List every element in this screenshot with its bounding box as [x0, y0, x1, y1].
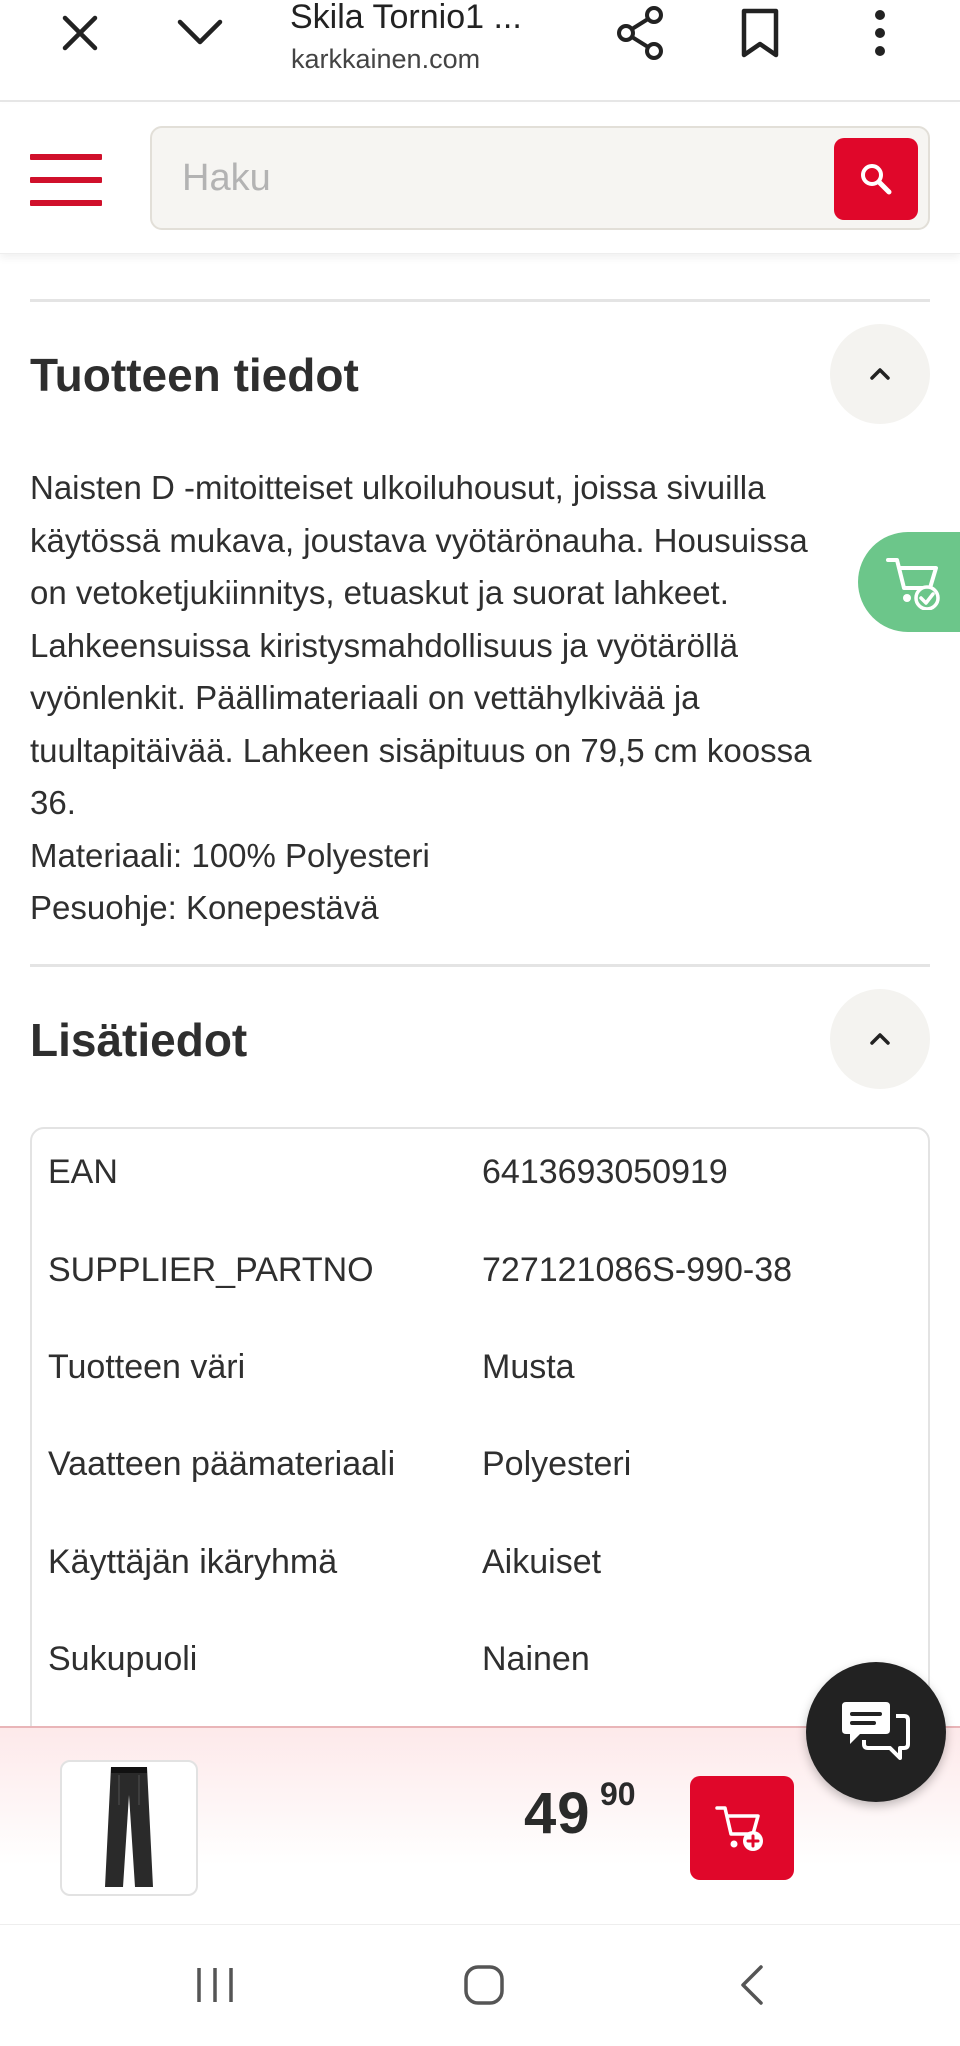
chat-icon — [842, 1702, 910, 1760]
search-box — [150, 126, 930, 230]
attribute-value: 727121086S-990-38 — [482, 1251, 793, 1289]
close-icon — [62, 15, 98, 51]
add-to-cart-button[interactable] — [690, 1776, 794, 1880]
additional-info-table: EAN 6413693050919 SUPPLIER_PARTNO 727121… — [30, 1127, 930, 1747]
description-line: tuultapitäivää. Lahkeen sisäpituus on 79… — [30, 731, 812, 769]
product-details-title: Tuotteen tiedot — [30, 349, 359, 401]
attribute-name: SUPPLIER_PARTNO — [48, 1251, 374, 1289]
share-icon — [617, 6, 663, 60]
home-icon — [464, 1965, 504, 2005]
table-row: EAN 6413693050919 — [32, 1129, 928, 1227]
product-price: 49 90 — [524, 1776, 636, 1847]
additional-info-title: Lisätiedot — [30, 1014, 248, 1066]
table-row: Vaatteen päämateriaali Polyesteri — [32, 1421, 928, 1519]
price-cents: 90 — [600, 1776, 636, 1812]
product-details-toggle[interactable] — [830, 324, 930, 424]
chat-button[interactable] — [806, 1662, 946, 1802]
search-icon — [861, 164, 892, 195]
description-line: Naisten D -mitoitteiset ulkoiluhousut, j… — [30, 469, 766, 506]
table-row: Tuotteen väri Musta — [32, 1324, 928, 1422]
table-row: SUPPLIER_PARTNO 727121086S-990-38 — [32, 1227, 928, 1325]
back-button[interactable] — [692, 1945, 812, 2025]
system-navigation-bar — [0, 1924, 960, 2046]
tab-menu-button[interactable] — [160, 0, 240, 66]
search-input[interactable] — [182, 148, 822, 208]
attribute-value: Polyesteri — [482, 1445, 632, 1483]
attribute-value: Nainen — [482, 1640, 590, 1678]
description-line: Lahkeensuissa kiristysmahdollisuus ja vy… — [30, 626, 739, 664]
product-description: Naisten D -mitoitteiset ulkoiluhousut, j… — [30, 462, 930, 935]
chevron-up-icon — [870, 368, 890, 380]
description-line: vyönlenkit. Päällimateriaali on vettähyl… — [30, 679, 700, 716]
site-header — [0, 104, 960, 254]
close-tab-button[interactable] — [40, 0, 120, 66]
recent-apps-button[interactable] — [155, 1945, 275, 2025]
attribute-name: Vaatteen päämateriaali — [48, 1445, 396, 1483]
chevron-up-icon — [870, 1033, 890, 1045]
attribute-name: Tuotteen väri — [48, 1348, 246, 1386]
page-url[interactable]: karkkainen.com — [291, 44, 480, 74]
material-line: Materiaali: 100% Polyesteri — [30, 836, 430, 874]
washing-line: Pesuohje: Konepestävä — [30, 889, 379, 926]
attribute-name: EAN — [48, 1153, 118, 1191]
section-divider — [30, 299, 930, 302]
chevron-down-icon — [177, 19, 223, 45]
product-thumbnail[interactable] — [60, 1760, 198, 1896]
bookmark-icon — [741, 8, 779, 58]
hamburger-menu-icon[interactable] — [30, 154, 102, 206]
description-line: 36. — [30, 784, 76, 821]
description-line: käytössä mukava, joustava vyötärönauha. … — [30, 521, 808, 559]
attribute-value: Aikuiset — [482, 1543, 602, 1581]
search-button[interactable] — [834, 138, 918, 220]
browser-toolbar: Skila Tornio1 ... karkkainen.com — [0, 0, 960, 102]
share-button[interactable] — [600, 0, 680, 66]
section-divider — [30, 964, 930, 967]
floating-cart-button[interactable] — [858, 532, 960, 632]
trousers-image — [105, 1767, 153, 1887]
table-row: Sukupuoli Nainen — [32, 1616, 928, 1714]
back-icon — [741, 1965, 763, 2005]
attribute-name: Käyttäjän ikäryhmä — [48, 1543, 338, 1581]
recent-apps-icon — [197, 1968, 233, 2002]
add-to-cart-icon — [715, 1806, 763, 1851]
cart-check-icon — [886, 558, 940, 610]
bookmark-button[interactable] — [720, 0, 800, 66]
more-vert-icon — [875, 10, 885, 56]
price-euros: 49 — [524, 1781, 591, 1846]
attribute-value: Musta — [482, 1348, 575, 1386]
more-options-button[interactable] — [840, 0, 920, 66]
page-title: Skila Tornio1 ... — [290, 0, 522, 34]
description-line: on vetoketjukiinnitys, etuaskut ja suora… — [30, 574, 729, 611]
home-button[interactable] — [424, 1945, 544, 2025]
attribute-value: 6413693050919 — [482, 1153, 728, 1191]
additional-info-toggle[interactable] — [830, 989, 930, 1089]
attribute-name: Sukupuoli — [48, 1640, 198, 1678]
table-row: Käyttäjän ikäryhmä Aikuiset — [32, 1519, 928, 1617]
